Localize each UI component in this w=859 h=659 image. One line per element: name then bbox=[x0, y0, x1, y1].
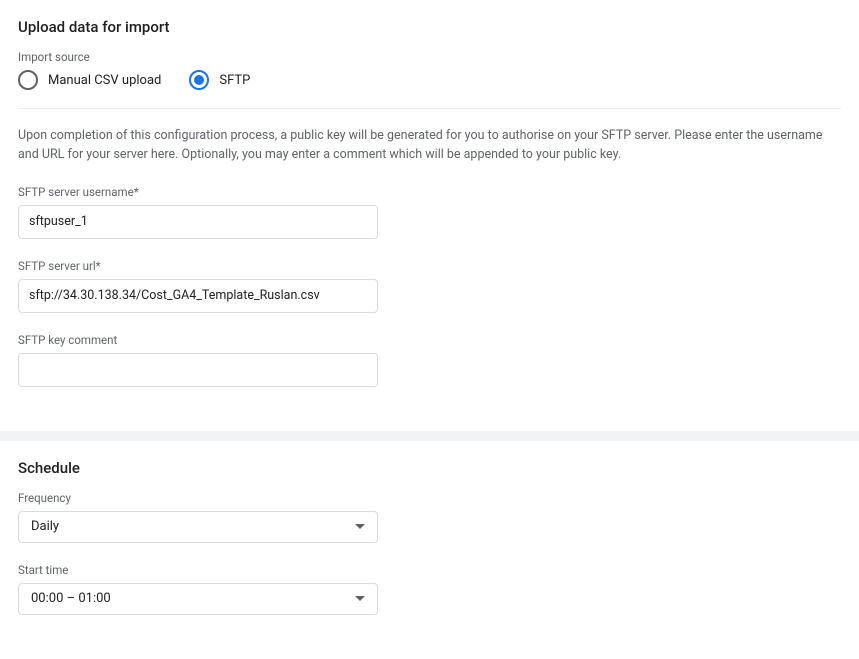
start-time-select[interactable]: 00:00 – 01:00 bbox=[18, 583, 378, 615]
start-time-value: 00:00 – 01:00 bbox=[31, 591, 111, 606]
schedule-section: Schedule Frequency Daily Start time 00:0… bbox=[0, 441, 859, 659]
start-time-group: Start time 00:00 – 01:00 bbox=[18, 563, 841, 615]
frequency-group: Frequency Daily bbox=[18, 491, 841, 543]
import-source-radios: Manual CSV upload SFTP bbox=[18, 70, 841, 90]
import-source-label: Import source bbox=[18, 50, 841, 64]
sftp-comment-input[interactable] bbox=[18, 353, 378, 387]
sftp-username-input[interactable] bbox=[18, 205, 378, 239]
divider bbox=[18, 108, 841, 109]
sftp-help-text: Upon completion of this configuration pr… bbox=[18, 127, 841, 165]
url-label: SFTP server url* bbox=[18, 259, 841, 273]
frequency-select[interactable]: Daily bbox=[18, 511, 378, 543]
radio-unchecked-icon bbox=[18, 70, 38, 90]
comment-group: SFTP key comment bbox=[18, 333, 841, 387]
frequency-value: Daily bbox=[31, 519, 59, 534]
radio-checked-icon bbox=[189, 70, 209, 90]
radio-sftp[interactable]: SFTP bbox=[189, 70, 250, 90]
schedule-title: Schedule bbox=[18, 459, 841, 477]
radio-manual-csv[interactable]: Manual CSV upload bbox=[18, 70, 161, 90]
sftp-url-input[interactable] bbox=[18, 279, 378, 313]
frequency-label: Frequency bbox=[18, 491, 841, 505]
radio-dot-icon bbox=[194, 75, 204, 85]
radio-sftp-label: SFTP bbox=[219, 73, 250, 88]
username-group: SFTP server username* bbox=[18, 185, 841, 239]
username-label: SFTP server username* bbox=[18, 185, 841, 199]
start-time-label: Start time bbox=[18, 563, 841, 577]
chevron-down-icon bbox=[355, 596, 365, 601]
url-group: SFTP server url* bbox=[18, 259, 841, 313]
section-gap bbox=[0, 431, 859, 441]
comment-label: SFTP key comment bbox=[18, 333, 841, 347]
upload-title: Upload data for import bbox=[18, 18, 841, 36]
radio-manual-label: Manual CSV upload bbox=[48, 73, 161, 88]
upload-section: Upload data for import Import source Man… bbox=[0, 0, 859, 431]
chevron-down-icon bbox=[355, 524, 365, 529]
